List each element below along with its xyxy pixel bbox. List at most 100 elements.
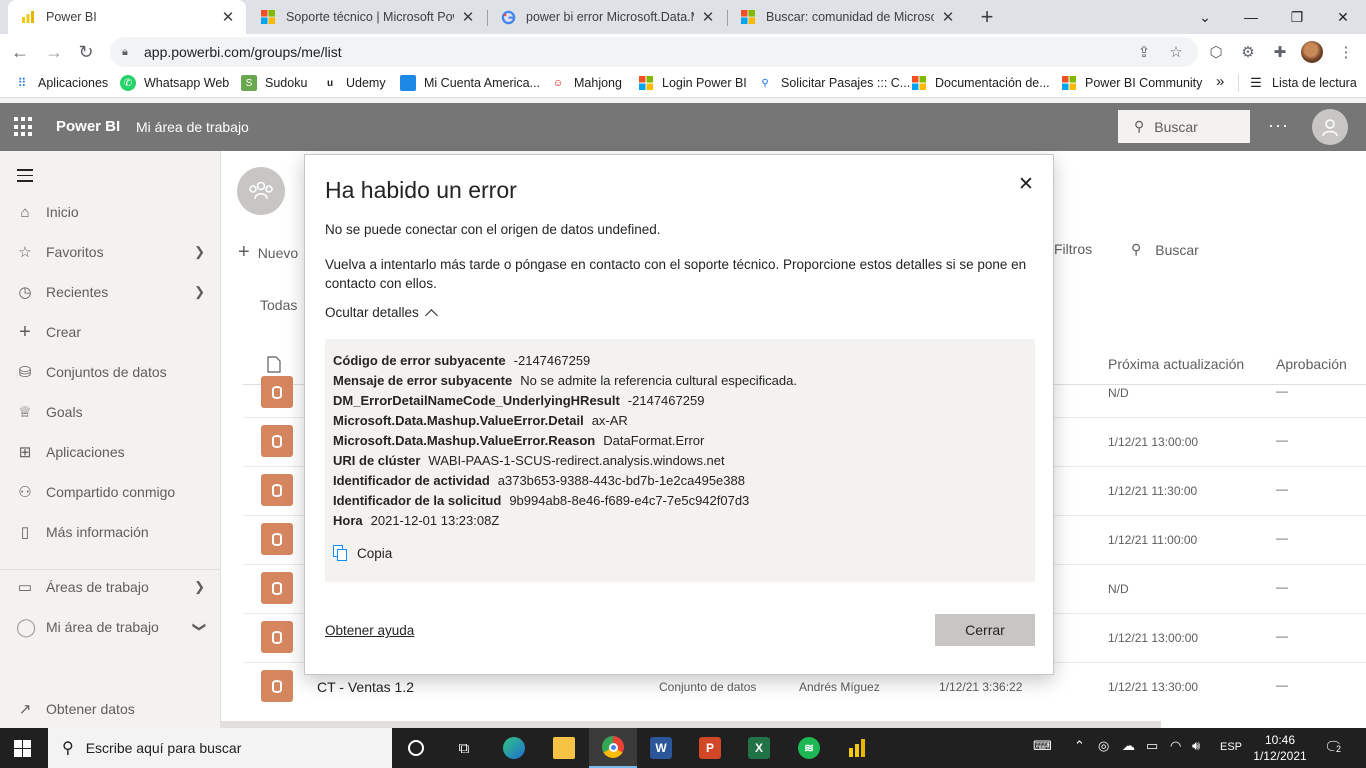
bookmark-pasajes[interactable]: ⚲ Solicitar Pasajes ::: C... [757,75,910,91]
dialog-retry-text: Vuelva a intentarlo más tarde o póngase … [325,257,1027,291]
extensions-puzzle-icon[interactable]: ✚ [1266,38,1294,66]
reading-list-icon: ☰ [1250,75,1262,90]
address-bar[interactable]: 🔒︎ app.powerbi.com/groups/me/list [110,37,1198,67]
task-view-icon[interactable]: ⧉ [440,728,488,768]
bookmark-sudoku[interactable]: S Sudoku [241,75,307,91]
browser-toolbar: ← → ↻ 🔒︎ app.powerbi.com/groups/me/list … [0,34,1366,70]
tab-close-icon[interactable]: ✕ [220,8,236,26]
detail-value: 9b994ab8-8e46-f689-e4c7-7e5c942f07d3 [509,493,750,508]
detail-row: DM_ErrorDetailNameCode_UnderlyingHResult… [333,391,1027,411]
bookmark-label: Login Power BI [662,76,747,90]
reload-icon[interactable]: ↻ [72,38,100,66]
bookmark-udemy[interactable]: u Udemy [322,75,386,91]
battery-icon[interactable]: ▭ [1146,738,1158,754]
file-explorer-icon[interactable] [540,728,588,768]
keyboard-icon[interactable]: ⌨ [1033,738,1052,754]
bookmarks-overflow-button[interactable]: » [1216,73,1224,90]
detail-key: Hora [333,513,363,528]
spotify-icon[interactable]: ≋ [785,728,833,768]
user-avatar[interactable] [1312,109,1348,145]
extension-shield-icon[interactable]: ⬡ [1202,38,1230,66]
bookmark-power-bi-community[interactable]: Power BI Community [1061,75,1202,91]
reading-list-button[interactable]: ☰ Lista de lectura [1248,75,1357,91]
microsoft-favicon-icon [260,9,276,25]
word-icon[interactable]: W [637,728,685,768]
edge-icon[interactable] [490,728,538,768]
taskbar-clock[interactable]: 10:46 1/12/2021 [1252,732,1308,764]
onedrive-icon[interactable]: ☁ [1122,738,1135,754]
detail-row: Microsoft.Data.Mashup.ValueError.Reason D… [333,431,1027,451]
chevron-up-icon[interactable]: ⌃ [1074,738,1085,754]
app-launcher-icon[interactable] [14,117,34,137]
detail-value: a373b653-9388-443c-bd7b-1e2ca495e388 [497,473,745,488]
close-button[interactable]: Cerrar [935,614,1035,646]
volume-icon[interactable]: 🔊︎ [1192,738,1200,754]
detail-row: URI de clúster WABI-PAAS-1-SCUS-redirect.… [333,451,1027,471]
powerpoint-icon[interactable]: P [686,728,734,768]
bookmark-mahjong[interactable]: ☺ Mahjong [550,75,622,91]
copy-button[interactable]: Copia [333,545,392,561]
restore-icon[interactable]: ❐ [1274,0,1320,34]
detail-value: WABI-PAAS-1-SCUS-redirect.analysis.windo… [428,453,725,468]
close-icon[interactable]: ✕ [1015,173,1037,195]
header-search-box[interactable]: ⚲ Buscar [1118,110,1250,143]
language-indicator[interactable]: ESP [1220,741,1242,753]
close-window-icon[interactable]: ✕ [1320,0,1366,34]
bookmark-label: Power BI Community [1085,76,1203,90]
power-bi-desktop-icon[interactable] [833,728,881,768]
tab-google-search[interactable]: power bi error Microsoft.Data.M ✕ [488,0,726,34]
hide-details-toggle[interactable]: Ocultar detalles [325,305,438,322]
tab-title: power bi error Microsoft.Data.M [526,10,694,24]
detail-key: Microsoft.Data.Mashup.ValueError.Reason [333,433,596,448]
search-icon: ⚲ [62,740,74,757]
bookmark-login-power-bi[interactable]: Login Power BI [638,75,747,91]
tab-close-icon[interactable]: ✕ [940,8,956,26]
cortana-icon[interactable] [392,728,440,768]
more-options-icon[interactable]: ··· [1268,115,1289,136]
wifi-icon[interactable]: ◠ [1170,738,1181,754]
minimize-icon[interactable]: — [1228,0,1274,34]
back-arrow-icon[interactable]: ← [6,38,34,66]
sudoku-icon: S [241,75,257,91]
microsoft-icon [638,75,654,91]
share-icon[interactable]: ⇪ [1130,38,1158,66]
extension-gear-icon[interactable]: ⚙ [1234,38,1262,66]
detail-value: ax-AR [591,413,628,428]
tab-close-icon[interactable]: ✕ [700,8,716,26]
taskbar-search[interactable]: ⚲ Escribe aquí para buscar [48,728,392,768]
bookmark-apps[interactable]: ⠿ Aplicaciones [14,75,109,91]
america-icon [400,75,416,91]
bookmark-documentacion[interactable]: Documentación de... [911,75,1050,91]
tab-close-icon[interactable]: ✕ [460,8,476,26]
new-tab-button[interactable]: + [975,4,999,29]
bookmark-mi-cuenta[interactable]: Mi Cuenta America... [400,75,540,91]
get-help-link[interactable]: Obtener ayuda [325,623,414,638]
tab-comunidad[interactable]: Buscar: comunidad de Microsoft ✕ [728,0,966,34]
tab-search-chevron-icon[interactable]: ⌄ [1182,0,1228,34]
hide-details-label: Ocultar detalles [325,305,419,320]
bookmark-whatsapp[interactable]: ✆ Whatsapp Web [120,75,229,91]
detail-key: Identificador de la solicitud [333,493,502,508]
bookmark-star-icon[interactable]: ☆ [1162,38,1190,66]
bookmarks-separator [1238,74,1239,92]
meet-now-icon[interactable]: ◎ [1098,738,1109,754]
detail-row: Hora 2021-12-01 13:23:08Z [333,511,1027,531]
tab-soporte[interactable]: Soporte técnico | Microsoft Powe ✕ [248,0,486,34]
power-bi-brand[interactable]: Power BI [56,118,120,135]
notification-center-icon[interactable]: 🗨︎ 2 [1324,738,1344,758]
windows-start-icon[interactable] [14,740,31,757]
mahjong-icon: ☺ [552,77,564,89]
forward-arrow-icon[interactable]: → [40,38,68,66]
tab-power-bi[interactable]: Power BI ✕ [8,0,246,34]
profile-avatar[interactable] [1301,41,1323,63]
detail-value: -2147467259 [513,353,591,368]
power-bi-favicon-icon [20,9,36,25]
detail-row: Microsoft.Data.Mashup.ValueError.Detail a… [333,411,1027,431]
excel-icon[interactable]: X [735,728,783,768]
dialog-title: Ha habido un error [325,177,517,203]
bookmark-label: Mahjong [574,76,622,90]
workspace-title: Mi área de trabajo [136,119,249,135]
chrome-icon[interactable] [589,728,637,768]
chrome-menu-icon[interactable]: ⋮ [1332,38,1360,66]
detail-key: Identificador de actividad [333,473,490,488]
